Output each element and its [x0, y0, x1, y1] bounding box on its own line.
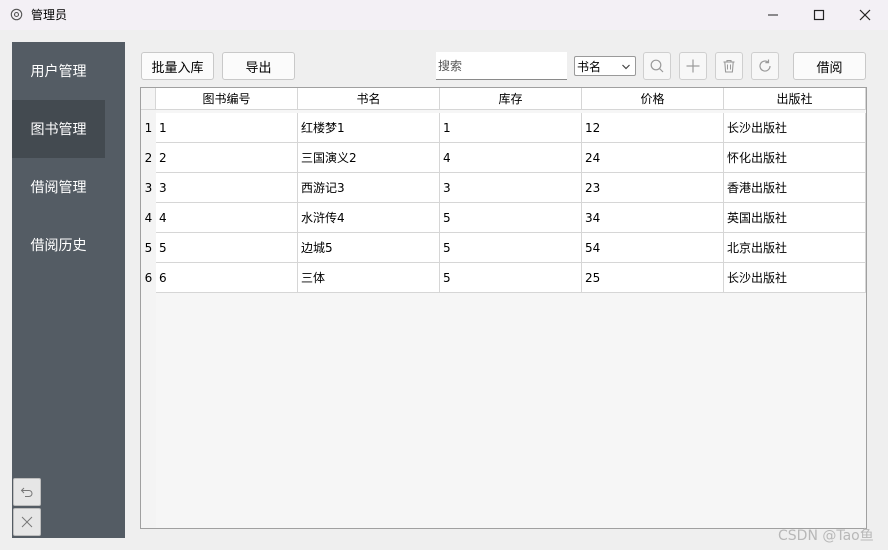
table-cell[interactable]: 1	[156, 113, 298, 143]
search-field-select[interactable]: 书名	[574, 56, 636, 76]
window-title: 管理员	[31, 8, 68, 22]
trash-icon	[723, 59, 735, 73]
books-table: 图书编号 书名 库存 价格 出版社 1 1 红楼梦1 1 12 长沙出版社 2 …	[140, 87, 867, 529]
export-button[interactable]: 导出	[222, 52, 295, 80]
table-row[interactable]: 2 三国演义2 4 24 怀化出版社	[156, 143, 866, 173]
settings-icon	[9, 7, 24, 22]
table-row[interactable]: 3 西游记3 3 23 香港出版社	[156, 173, 866, 203]
table-cell[interactable]: 长沙出版社	[724, 263, 866, 293]
row-number[interactable]: 2	[141, 143, 156, 173]
column-header-stock[interactable]: 库存	[440, 88, 582, 110]
sidebar-item-borrow[interactable]: 借阅管理	[12, 158, 105, 216]
table-row[interactable]: 6 三体 5 25 长沙出版社	[156, 263, 866, 293]
table-cell[interactable]: 34	[582, 203, 724, 233]
column-header-title[interactable]: 书名	[298, 88, 440, 110]
table-cell[interactable]: 北京出版社	[724, 233, 866, 263]
table-cell[interactable]: 西游记3	[298, 173, 440, 203]
table-cell[interactable]: 25	[582, 263, 724, 293]
table-cell[interactable]: 5	[440, 233, 582, 263]
sidebar-item-label: 借阅管理	[30, 180, 87, 196]
table-cell[interactable]: 香港出版社	[724, 173, 866, 203]
sidebar-item-books[interactable]: 图书管理	[12, 100, 105, 158]
batch-import-button[interactable]: 批量入库	[141, 52, 214, 80]
table-cell[interactable]: 三体	[298, 263, 440, 293]
table-cell[interactable]: 3	[440, 173, 582, 203]
column-header-price[interactable]: 价格	[582, 88, 724, 110]
table-cell[interactable]: 3	[156, 173, 298, 203]
sidebar-item-label: 用户管理	[30, 64, 87, 80]
borrow-button[interactable]: 借阅	[793, 52, 866, 80]
delete-button[interactable]	[715, 52, 743, 80]
minimize-button[interactable]	[750, 0, 796, 30]
plus-icon	[686, 59, 700, 73]
close-icon	[859, 9, 871, 21]
table-cell[interactable]: 4	[440, 143, 582, 173]
table-cell[interactable]: 4	[156, 203, 298, 233]
table-cell[interactable]: 2	[156, 143, 298, 173]
maximize-icon	[813, 9, 825, 21]
add-button[interactable]	[679, 52, 707, 80]
table-corner	[141, 88, 156, 110]
minimize-icon	[768, 14, 778, 16]
table-cell[interactable]: 英国出版社	[724, 203, 866, 233]
table-cell[interactable]: 三国演义2	[298, 143, 440, 173]
table-cell[interactable]: 12	[582, 113, 724, 143]
title-bar: 管理员	[0, 0, 888, 30]
refresh-icon	[759, 59, 771, 72]
column-header-publisher[interactable]: 出版社	[724, 88, 866, 110]
sidebar-item-label: 图书管理	[30, 122, 87, 138]
close-icon	[21, 516, 33, 528]
sidebar-item-label: 借阅历史	[30, 238, 87, 254]
search-input[interactable]	[436, 52, 567, 80]
table-cell[interactable]: 长沙出版社	[724, 113, 866, 143]
sidebar: 用户管理 图书管理 借阅管理 借阅历史	[12, 42, 125, 538]
table-cell[interactable]: 1	[440, 113, 582, 143]
table-cell[interactable]: 6	[156, 263, 298, 293]
table-cell[interactable]: 5	[156, 233, 298, 263]
table-cell[interactable]: 54	[582, 233, 724, 263]
row-number[interactable]: 5	[141, 233, 156, 263]
table-cell[interactable]: 边城5	[298, 233, 440, 263]
table-cell[interactable]: 5	[440, 263, 582, 293]
back-button[interactable]	[13, 478, 41, 506]
table-row[interactable]: 5 边城5 5 54 北京出版社	[156, 233, 866, 263]
chevron-down-icon	[621, 61, 631, 75]
main-content: 用户管理 图书管理 借阅管理 借阅历史 批量入库 导出 书名	[0, 30, 888, 550]
table-cell[interactable]: 5	[440, 203, 582, 233]
row-number[interactable]: 1	[141, 113, 156, 143]
table-row[interactable]: 1 红楼梦1 1 12 长沙出版社	[156, 113, 866, 143]
table-cell[interactable]: 怀化出版社	[724, 143, 866, 173]
maximize-button[interactable]	[796, 0, 842, 30]
table-row[interactable]: 4 水浒传4 5 34 英国出版社	[156, 203, 866, 233]
search-icon	[650, 59, 664, 73]
sidebar-item-history[interactable]: 借阅历史	[12, 216, 105, 274]
row-number[interactable]: 6	[141, 263, 156, 293]
table-cell[interactable]: 24	[582, 143, 724, 173]
undo-icon	[20, 487, 33, 497]
sidebar-item-users[interactable]: 用户管理	[12, 42, 105, 100]
table-cell[interactable]: 23	[582, 173, 724, 203]
column-header-id[interactable]: 图书编号	[156, 88, 298, 110]
exit-button[interactable]	[13, 508, 41, 536]
refresh-button[interactable]	[751, 52, 779, 80]
search-button[interactable]	[643, 52, 671, 80]
table-cell[interactable]: 水浒传4	[298, 203, 440, 233]
watermark: CSDN @Tao鱼	[778, 528, 874, 544]
close-button[interactable]	[842, 0, 888, 30]
table-cell[interactable]: 红楼梦1	[298, 113, 440, 143]
row-number[interactable]: 3	[141, 173, 156, 203]
search-field-value: 书名	[577, 59, 602, 74]
row-number[interactable]: 4	[141, 203, 156, 233]
